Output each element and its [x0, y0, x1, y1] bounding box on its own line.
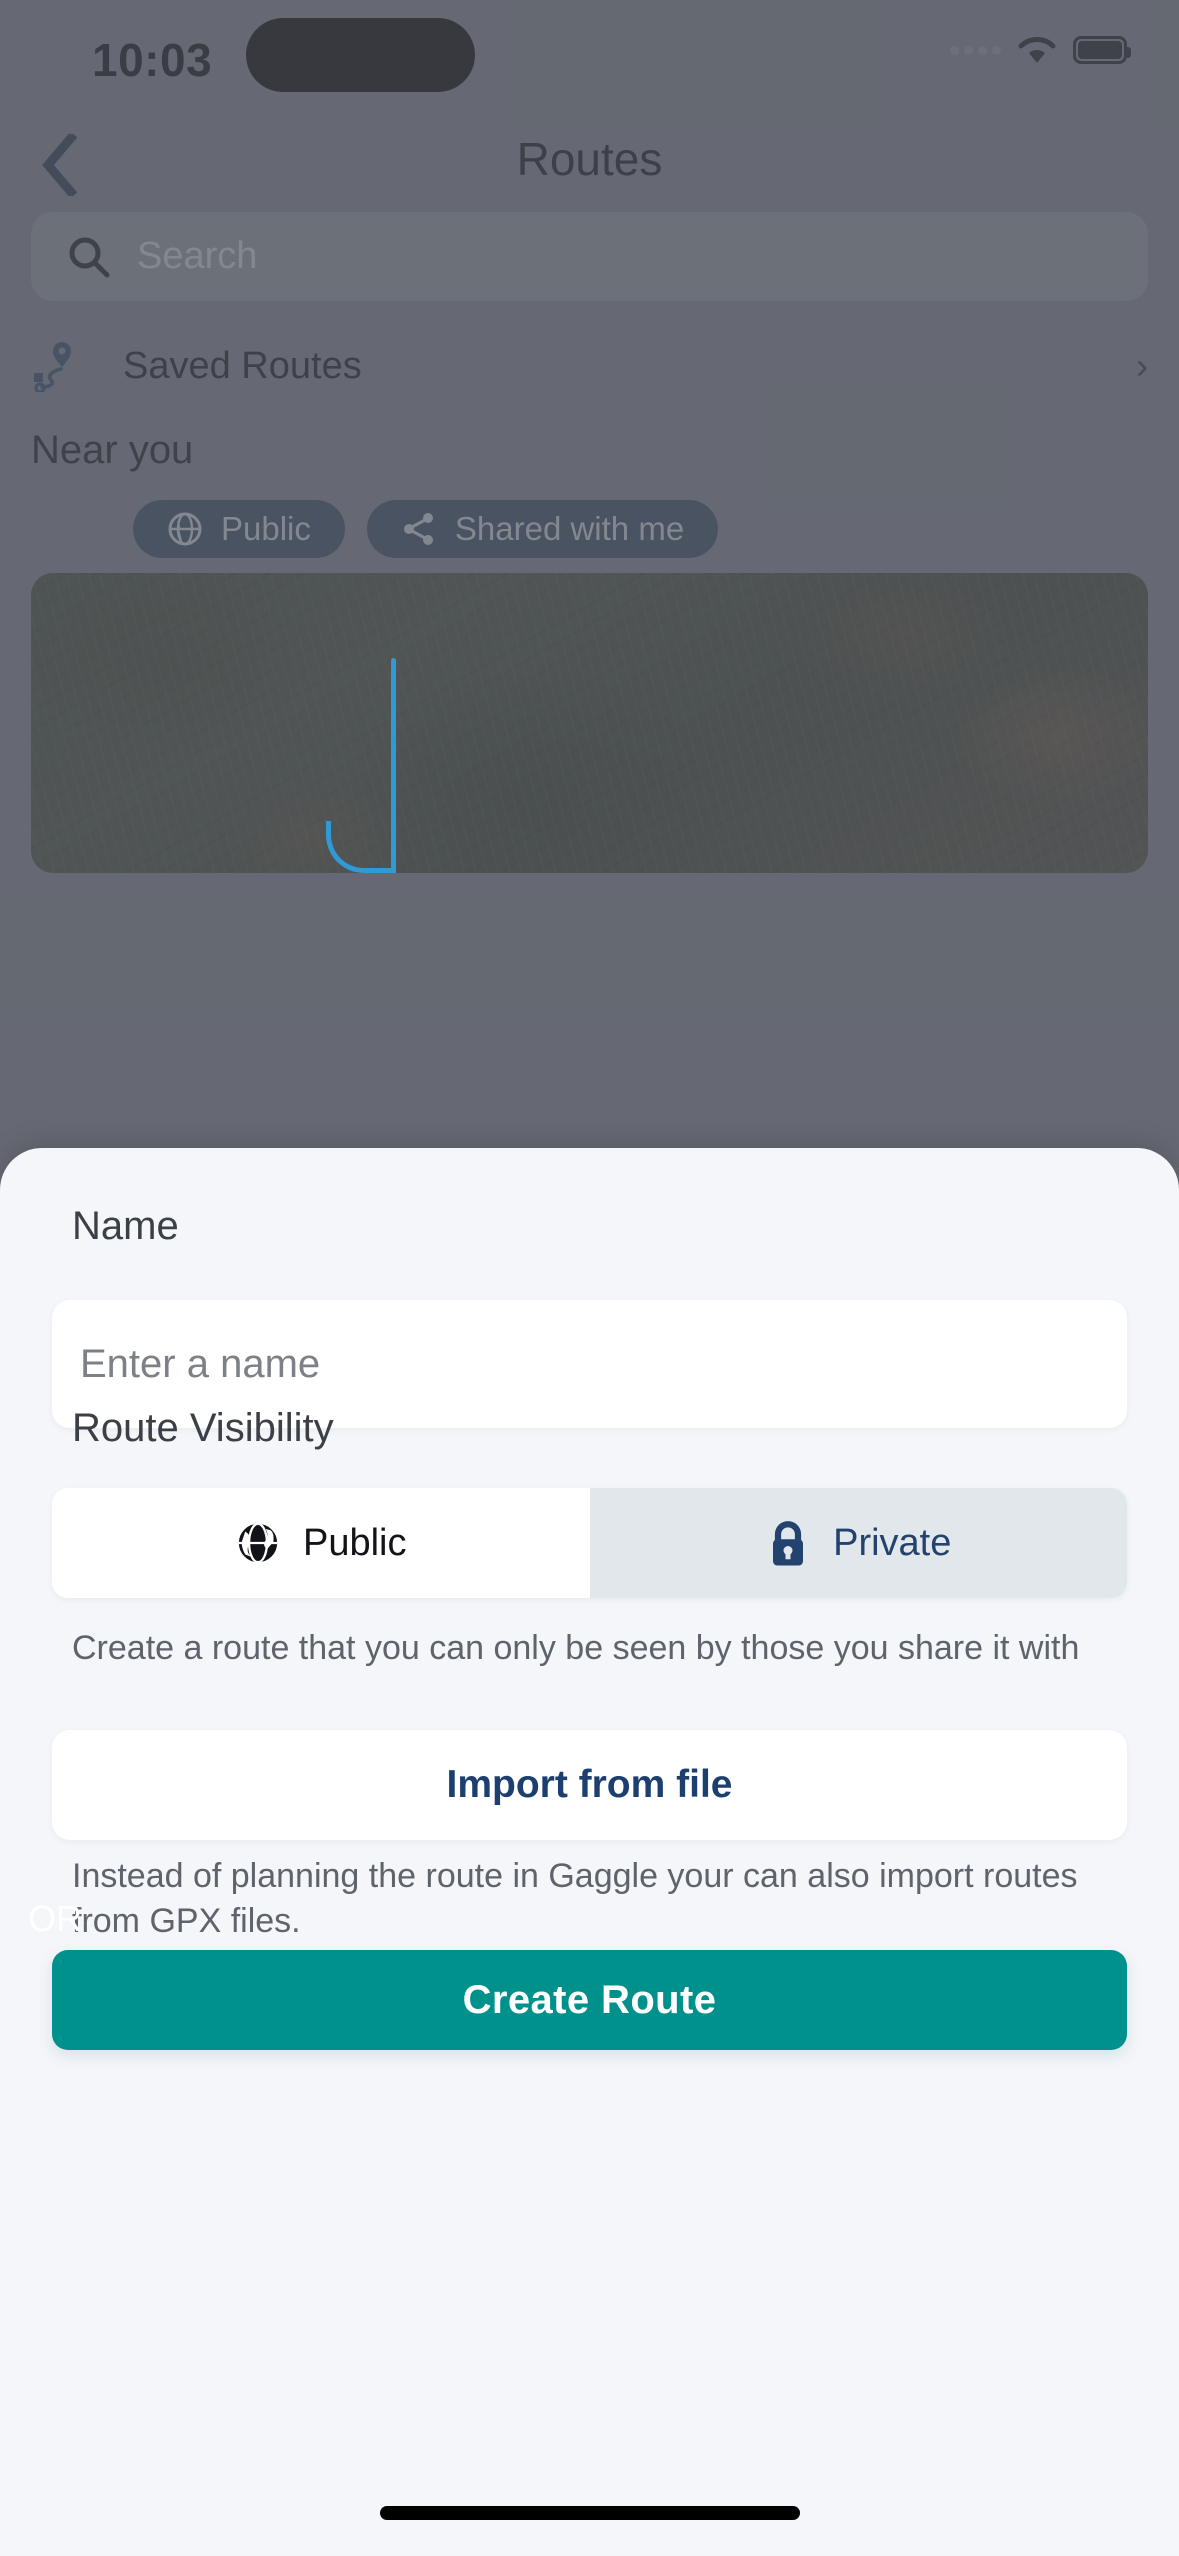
globe-icon [238, 1522, 278, 1564]
name-field-label: Name [72, 1204, 179, 1248]
route-visibility-label: Route Visibility [72, 1406, 334, 1450]
visibility-option-public-label: Public [303, 1521, 407, 1564]
home-indicator [379, 2506, 800, 2520]
visibility-option-public[interactable]: Public [52, 1488, 590, 1598]
create-route-bottom-sheet: Name Route Visibility Public Private Cre… [0, 1148, 1179, 2556]
visibility-helper-text: Create a route that you can only be seen… [72, 1629, 1080, 1667]
or-separator-label: OR [28, 1898, 82, 1939]
lock-icon [773, 1521, 804, 1566]
import-helper-text: Instead of planning the route in Gaggle … [72, 1857, 1078, 1941]
visibility-option-private[interactable]: Private [589, 1488, 1127, 1598]
route-visibility-segmented-control: Public Private [52, 1488, 1127, 1598]
import-from-file-button[interactable]: Import from file [52, 1730, 1127, 1840]
visibility-option-private-label: Private [833, 1521, 952, 1564]
create-route-button[interactable]: Create Route [52, 1950, 1127, 2050]
